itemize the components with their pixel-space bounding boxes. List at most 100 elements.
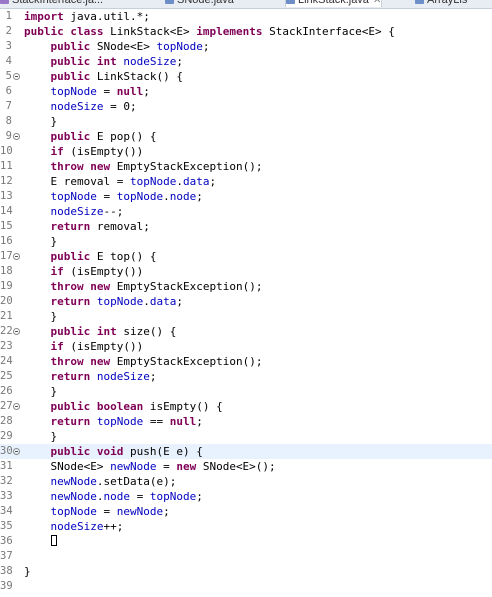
code-line[interactable]: 24 throw new EmptyStackException(); xyxy=(0,354,492,369)
code-token: ; xyxy=(176,55,183,68)
code-token: = xyxy=(96,190,117,203)
code-token: ; xyxy=(163,505,170,518)
keyword-token: public xyxy=(50,40,91,53)
code-line[interactable]: 9 public E pop() { xyxy=(0,129,492,144)
code-line[interactable]: 3 public SNode<E> topNode; xyxy=(0,39,492,54)
line-number: 22 xyxy=(0,325,13,337)
code-line[interactable]: 5 public LinkStack() { xyxy=(0,69,492,84)
code-line[interactable]: 30 public void push(E e) { xyxy=(0,444,492,459)
line-number: 16 xyxy=(0,235,13,247)
code-line[interactable]: 35 nodeSize++; xyxy=(0,519,492,534)
code-line[interactable]: 14 nodeSize--; xyxy=(0,204,492,219)
code-line[interactable]: 38} xyxy=(0,564,492,579)
code-line[interactable]: 32 newNode.setData(e); xyxy=(0,474,492,489)
code-line[interactable]: 22 public int size() { xyxy=(0,324,492,339)
editor-tab[interactable]: SNode.java xyxy=(165,0,234,7)
line-number: 24 xyxy=(0,355,13,367)
editor-tab[interactable]: LinkStack.java ✕ xyxy=(285,0,383,7)
code-token: SNode<E> xyxy=(90,40,157,53)
code-line[interactable]: 15 return removal; xyxy=(0,219,492,234)
fold-toggle-icon[interactable] xyxy=(13,328,20,335)
code-line[interactable]: 36 xyxy=(0,534,492,549)
code-line[interactable]: 16 } xyxy=(0,234,492,249)
editor-tab[interactable]: StackInterface.ja... xyxy=(0,0,103,7)
line-number: 34 xyxy=(0,505,13,517)
code-text: } xyxy=(24,564,31,579)
line-number: 14 xyxy=(0,205,13,217)
code-token: size() { xyxy=(116,325,177,338)
code-line[interactable]: 17 public E top() { xyxy=(0,249,492,264)
code-line[interactable]: 28 return topNode == null; xyxy=(0,414,492,429)
code-text: return nodeSize; xyxy=(24,369,157,384)
line-number: 27 xyxy=(0,400,13,412)
code-line[interactable]: 23 if (isEmpty()) xyxy=(0,339,492,354)
code-line[interactable]: 33 newNode.node = topNode; xyxy=(0,489,492,504)
code-text: topNode = newNode; xyxy=(24,504,170,519)
code-line[interactable]: 34 topNode = newNode; xyxy=(0,504,492,519)
line-number: 20 xyxy=(0,295,13,307)
close-tab-icon[interactable]: ✕ xyxy=(373,0,381,6)
code-line[interactable]: 31 SNode<E> newNode = new SNode<E>(); xyxy=(0,459,492,474)
keyword-token: class xyxy=(70,25,104,38)
code-token: E top() { xyxy=(90,250,157,263)
code-token: LinkStack<E> xyxy=(103,25,197,38)
code-line[interactable]: 6 topNode = null; xyxy=(0,84,492,99)
code-line[interactable]: 10 if (isEmpty()) xyxy=(0,144,492,159)
code-line[interactable]: 39 xyxy=(0,579,492,594)
code-text: } xyxy=(24,234,57,249)
fold-toggle-icon[interactable] xyxy=(13,133,20,140)
code-token: E pop() { xyxy=(90,130,157,143)
code-line[interactable]: 18 if (isEmpty()) xyxy=(0,264,492,279)
code-line[interactable]: 26 } xyxy=(0,384,492,399)
code-editor[interactable]: 1 import java.util.*; 2 public class LinkSt… xyxy=(0,9,492,597)
code-line[interactable]: 1 import java.util.*; xyxy=(0,9,492,24)
code-line[interactable]: 13 topNode = topNode.node; xyxy=(0,189,492,204)
code-line[interactable]: 12 E removal = topNode.data; xyxy=(0,174,492,189)
keyword-token: return xyxy=(50,295,91,308)
line-number: 3 xyxy=(5,40,12,52)
code-line[interactable]: 25 return nodeSize; xyxy=(0,369,492,384)
code-line[interactable]: 29 } xyxy=(0,429,492,444)
line-number: 13 xyxy=(0,190,13,202)
code-line[interactable]: 27 public boolean isEmpty() { xyxy=(0,399,492,414)
code-line[interactable]: 11 throw new EmptyStackException(); xyxy=(0,159,492,174)
code-line[interactable]: 19 throw new EmptyStackException(); xyxy=(0,279,492,294)
line-number: 31 xyxy=(0,460,13,472)
line-number: 19 xyxy=(0,280,13,292)
editor-tab[interactable]: ArrayLis xyxy=(415,0,467,7)
code-line[interactable]: 21 } xyxy=(0,309,492,324)
code-text: throw new EmptyStackException(); xyxy=(24,159,263,174)
code-text: topNode = null; xyxy=(24,84,150,99)
fold-toggle-icon[interactable] xyxy=(13,73,20,80)
code-token: ; xyxy=(196,490,203,503)
fold-toggle-icon[interactable] xyxy=(13,448,20,455)
line-number: 15 xyxy=(0,220,13,232)
code-token: = 0; xyxy=(103,100,137,113)
fold-toggle-icon[interactable] xyxy=(13,253,20,260)
code-line[interactable]: 37 xyxy=(0,549,492,564)
code-line[interactable]: 7 nodeSize = 0; xyxy=(0,99,492,114)
code-text: } xyxy=(24,384,57,399)
code-text: public int size() { xyxy=(24,324,177,339)
code-token: . xyxy=(163,190,170,203)
line-number: 10 xyxy=(0,145,13,157)
code-line[interactable]: 8 } xyxy=(0,114,492,129)
code-token: } xyxy=(24,565,31,578)
keyword-token: if xyxy=(50,145,64,158)
code-line[interactable]: 4 public int nodeSize; xyxy=(0,54,492,69)
field-token: data xyxy=(182,175,210,188)
code-line[interactable]: 20 return topNode.data; xyxy=(0,294,492,309)
keyword-token: public xyxy=(24,25,64,38)
code-text: return topNode == null; xyxy=(24,414,203,429)
fold-toggle-icon[interactable] xyxy=(13,403,20,410)
code-line[interactable]: 2 public class LinkStack<E> implements St… xyxy=(0,24,492,39)
code-token: } xyxy=(24,430,58,443)
keyword-token: throw xyxy=(50,355,84,368)
line-number: 5 xyxy=(5,70,12,82)
line-number: 8 xyxy=(5,115,12,127)
